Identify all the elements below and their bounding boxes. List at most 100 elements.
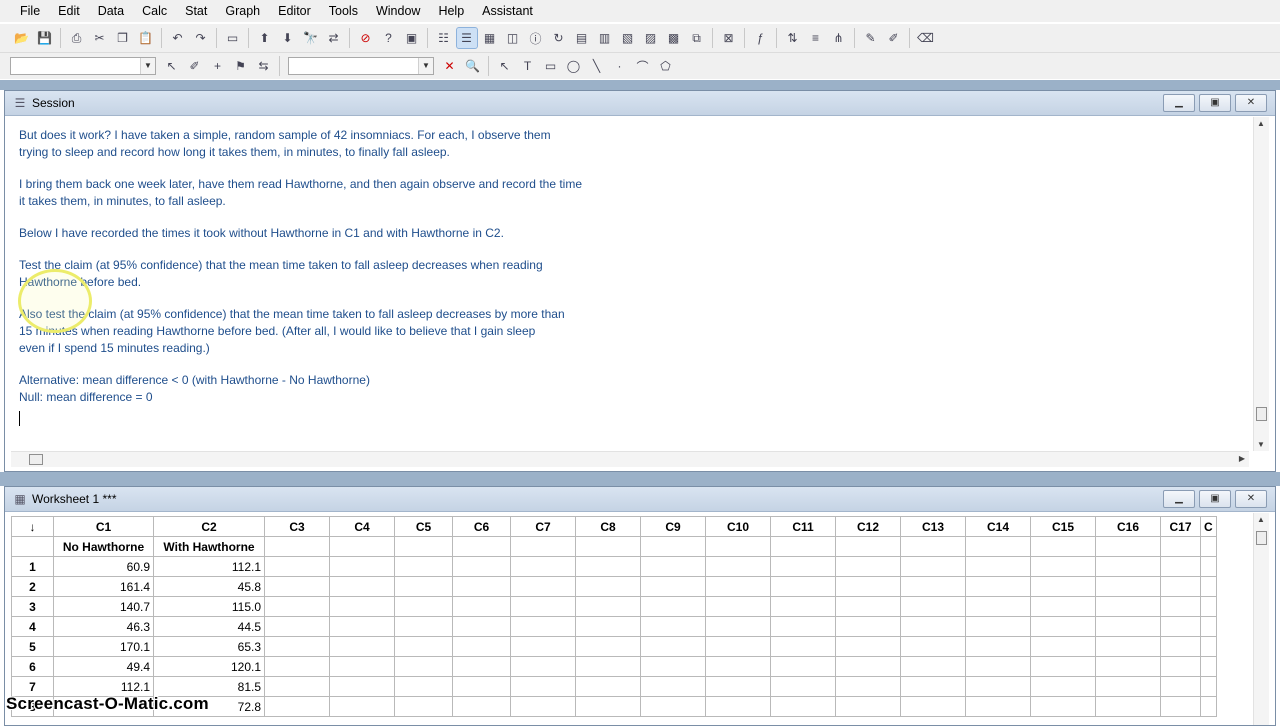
menu-tools[interactable]: Tools	[320, 4, 367, 18]
data-cell[interactable]	[452, 556, 511, 577]
polygon-icon[interactable]: ⬠	[656, 56, 676, 76]
cancel-icon[interactable]: ⊘	[356, 28, 376, 48]
data-cell[interactable]	[575, 696, 641, 717]
data-cell[interactable]	[329, 616, 395, 637]
data-cell[interactable]	[510, 636, 576, 657]
menu-file[interactable]: File	[0, 4, 49, 18]
data-cell[interactable]: 120.1	[153, 656, 265, 677]
data-cell[interactable]	[329, 656, 395, 677]
data-cell[interactable]	[1030, 696, 1096, 717]
data-cell[interactable]: 44.5	[153, 616, 265, 637]
data-cell[interactable]	[965, 596, 1031, 617]
column-name-cell[interactable]	[1160, 536, 1201, 557]
save-icon[interactable]: 💾	[35, 28, 55, 48]
data-cell[interactable]	[705, 616, 771, 637]
scroll-thumb[interactable]	[1256, 531, 1267, 545]
data-cell[interactable]	[1095, 616, 1161, 637]
data-cell[interactable]	[900, 596, 966, 617]
data-cell[interactable]	[900, 636, 966, 657]
brush-icon[interactable]: ✐	[884, 28, 904, 48]
data-cell[interactable]	[452, 676, 511, 697]
column-header[interactable]: C11	[770, 516, 836, 537]
scroll-thumb[interactable]	[29, 454, 43, 465]
scroll-up-icon[interactable]: ▲	[1257, 515, 1265, 524]
data-cell[interactable]	[452, 616, 511, 637]
data-cell[interactable]: 112.1	[153, 556, 265, 577]
data-cell[interactable]	[264, 556, 330, 577]
column-name-cell[interactable]	[705, 536, 771, 557]
data-cell[interactable]	[1200, 596, 1217, 617]
data-cell[interactable]	[705, 676, 771, 697]
close-button[interactable]: ✕	[1235, 94, 1267, 112]
data-cell[interactable]: 65.3	[153, 636, 265, 657]
data-cell[interactable]	[705, 636, 771, 657]
rectangle-icon[interactable]: ▭	[541, 56, 561, 76]
data-cell[interactable]	[575, 676, 641, 697]
close-button[interactable]: ✕	[1235, 490, 1267, 508]
data-cell[interactable]	[264, 596, 330, 617]
menu-window[interactable]: Window	[367, 4, 429, 18]
report-pad-icon[interactable]: ▥	[595, 28, 615, 48]
data-cell[interactable]	[264, 696, 330, 717]
data-cell[interactable]	[329, 576, 395, 597]
data-cell[interactable]	[510, 556, 576, 577]
scroll-up-icon[interactable]: ▲	[1257, 119, 1265, 128]
column-name-cell[interactable]	[1030, 536, 1096, 557]
menu-data[interactable]: Data	[89, 4, 133, 18]
data-cell[interactable]	[900, 676, 966, 697]
data-cell[interactable]	[705, 576, 771, 597]
column-name-cell[interactable]	[770, 536, 836, 557]
data-cell[interactable]	[1030, 676, 1096, 697]
data-cell[interactable]	[640, 576, 706, 597]
column-header[interactable]: C6	[452, 516, 511, 537]
data-cell[interactable]: 49.4	[53, 656, 154, 677]
column-name-cell[interactable]	[452, 536, 511, 557]
row-header[interactable]: 5	[11, 636, 54, 657]
data-cell[interactable]	[510, 616, 576, 637]
data-cell[interactable]	[329, 556, 395, 577]
cut-icon[interactable]: ✂	[90, 28, 110, 48]
data-cell[interactable]	[965, 696, 1031, 717]
data-cell[interactable]	[264, 576, 330, 597]
data-cell[interactable]	[705, 696, 771, 717]
data-cell[interactable]	[575, 596, 641, 617]
data-cell[interactable]	[835, 636, 901, 657]
data-cell[interactable]	[1160, 636, 1201, 657]
show-graphs-icon[interactable]: ◫	[503, 28, 523, 48]
data-cell[interactable]	[1200, 556, 1217, 577]
column-name-cell[interactable]	[510, 536, 576, 557]
column-header[interactable]: C15	[1030, 516, 1096, 537]
crosshair-icon[interactable]: +	[208, 56, 228, 76]
column-name-cell[interactable]	[1200, 536, 1217, 557]
insert-cells-icon[interactable]: ▭	[223, 28, 243, 48]
data-cell[interactable]: 60.9	[53, 556, 154, 577]
show-worksheets-icon[interactable]: ▦	[480, 28, 500, 48]
data-cell[interactable]	[575, 636, 641, 657]
data-cell[interactable]	[770, 576, 836, 597]
maximize-button[interactable]: ▣	[1199, 94, 1231, 112]
print-icon[interactable]: ⎙	[67, 28, 87, 48]
data-cell[interactable]	[900, 576, 966, 597]
data-cell[interactable]	[965, 556, 1031, 577]
data-cell[interactable]	[770, 556, 836, 577]
data-cell[interactable]	[965, 576, 1031, 597]
data-cell[interactable]	[575, 576, 641, 597]
menu-edit[interactable]: Edit	[49, 4, 89, 18]
data-cell[interactable]	[900, 696, 966, 717]
data-cell[interactable]	[1030, 556, 1096, 577]
scroll-down-icon[interactable]: ▼	[1257, 440, 1265, 449]
data-cell[interactable]	[1160, 556, 1201, 577]
data-cell[interactable]	[770, 616, 836, 637]
data-cell[interactable]	[394, 576, 453, 597]
column-name-cell[interactable]	[394, 536, 453, 557]
column-header[interactable]: C12	[835, 516, 901, 537]
maximize-button[interactable]: ▣	[1199, 490, 1231, 508]
column-header[interactable]: C5	[394, 516, 453, 537]
sort-icon[interactable]: ⇅	[783, 28, 803, 48]
data-cell[interactable]	[452, 636, 511, 657]
row-header[interactable]: 1	[11, 556, 54, 577]
data-cell[interactable]	[264, 676, 330, 697]
data-cell[interactable]	[452, 656, 511, 677]
data-cell[interactable]	[264, 636, 330, 657]
data-cell[interactable]	[1030, 616, 1096, 637]
